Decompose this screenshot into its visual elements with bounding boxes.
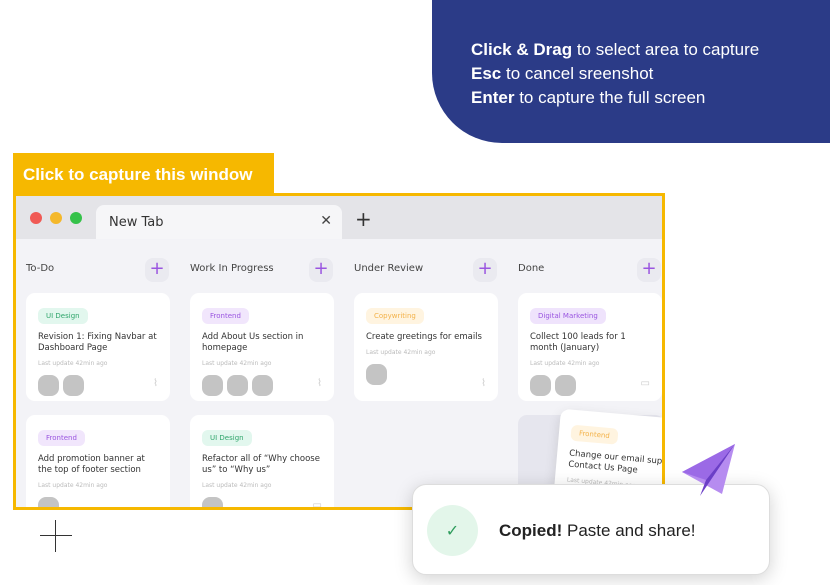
avatar: [530, 375, 551, 396]
card-timestamp: Last update 42min ago: [366, 349, 436, 356]
comment-icon: ▭: [312, 500, 322, 510]
assignees: [202, 497, 322, 507]
card-tag: UI Design: [38, 308, 88, 324]
card-tag: Frontend: [202, 308, 249, 324]
card-timestamp: Last update 42min ago: [530, 360, 600, 367]
column-title: Work In Progress: [190, 263, 274, 274]
hint-line: Esc to cancel sreenshot: [471, 64, 654, 83]
assignees: [366, 364, 486, 385]
card-title: Add promotion banner at the top of foote…: [38, 454, 145, 475]
add-card-button[interactable]: +: [473, 258, 497, 282]
new-tab-button[interactable]: +: [355, 207, 372, 231]
column-title: Under Review: [354, 263, 424, 274]
card-tag: Copywriting: [366, 308, 424, 324]
close-window-icon[interactable]: [30, 212, 42, 224]
avatar: [202, 497, 223, 507]
card-tag: Digital Marketing: [530, 308, 606, 324]
toast-message: Copied! Paste and share!: [499, 521, 696, 540]
assignees: [530, 375, 650, 396]
avatar: [555, 375, 576, 396]
task-card[interactable]: Digital Marketing Collect 100 leads for …: [518, 293, 662, 401]
card-title: Change our email support at Contact Us P…: [567, 448, 665, 476]
add-card-button[interactable]: +: [145, 258, 169, 282]
task-card[interactable]: Copywriting Create greetings for emails …: [354, 293, 498, 401]
avatar: [366, 364, 387, 385]
avatar: [227, 375, 248, 396]
avatar: [38, 375, 59, 396]
card-title: Create greetings for emails: [366, 332, 482, 342]
minimize-window-icon[interactable]: [50, 212, 62, 224]
card-timestamp: Last update 42min ago: [38, 482, 108, 489]
card-tag: UI Design: [202, 430, 252, 446]
paper-plane-icon: [682, 444, 735, 496]
comment-icon: ▭: [640, 378, 650, 389]
paperclip-icon: ⌇: [481, 378, 486, 389]
tab-title: New Tab: [109, 215, 164, 230]
crosshair-cursor-icon: [40, 520, 72, 552]
card-timestamp: Last update 42min ago: [38, 360, 108, 367]
card-title: Revision 1: Fixing Navbar at Dashboard P…: [38, 332, 157, 353]
paperclip-icon: ⌇: [317, 378, 322, 389]
title-bar: New Tab ✕ +: [16, 196, 662, 239]
avatar: [252, 375, 273, 396]
task-card[interactable]: UI Design Refactor all of “Why choose us…: [190, 415, 334, 510]
avatar: [38, 497, 59, 507]
check-icon: ✓: [427, 505, 478, 556]
hint-line: Click & Drag to select area to capture: [471, 40, 760, 59]
task-card[interactable]: UI Design Revision 1: Fixing Navbar at D…: [26, 293, 170, 401]
assignees: [38, 375, 158, 396]
hint-line: Enter to capture the full screen: [471, 88, 706, 107]
card-title: Refactor all of “Why choose us” to “Why …: [202, 454, 320, 475]
capture-window-button[interactable]: Click to capture this window: [13, 153, 274, 195]
close-tab-icon[interactable]: ✕: [320, 213, 332, 229]
avatar: [202, 375, 223, 396]
column-title: To-Do: [26, 263, 55, 274]
maximize-window-icon[interactable]: [70, 212, 82, 224]
assignees: [38, 497, 158, 507]
add-card-button[interactable]: +: [309, 258, 333, 282]
column-title: Done: [518, 263, 545, 274]
card-title: Add About Us section in homepage: [202, 332, 304, 353]
capture-instructions: Click & Drag to select area to capture E…: [432, 0, 830, 143]
add-card-button[interactable]: +: [637, 258, 661, 282]
task-card[interactable]: Frontend Add promotion banner at the top…: [26, 415, 170, 507]
card-tag: Frontend: [570, 424, 619, 445]
tab-new-tab[interactable]: New Tab ✕: [96, 205, 342, 239]
card-timestamp: Last update 42min ago: [202, 360, 272, 367]
card-tag: Frontend: [38, 430, 85, 446]
task-card[interactable]: Frontend Add About Us section in homepag…: [190, 293, 334, 401]
browser-window[interactable]: New Tab ✕ + To-Do + UI Design Revision 1: F…: [13, 193, 665, 510]
assignees: [202, 375, 322, 396]
card-title: Collect 100 leads for 1 month (January): [530, 332, 626, 353]
paperclip-icon: ⌇: [153, 378, 158, 389]
avatar: [63, 375, 84, 396]
card-timestamp: Last update 42min ago: [202, 482, 272, 489]
